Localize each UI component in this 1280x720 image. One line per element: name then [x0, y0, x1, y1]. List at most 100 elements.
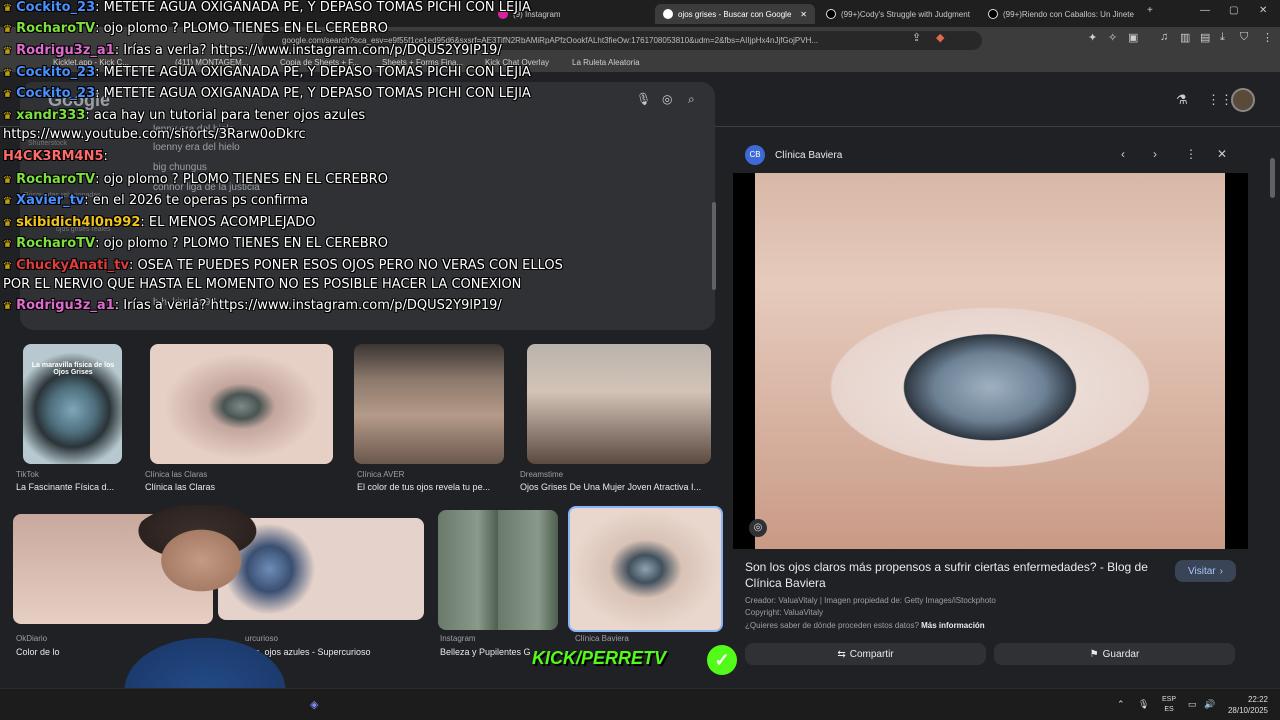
chat-username: Rodrigu3z_a1 — [16, 43, 115, 58]
crown-icon: ♛ — [3, 239, 12, 250]
result-source: OkDiario — [16, 634, 48, 643]
chat-username: RocharoTV — [16, 172, 96, 187]
panel-copyright: Copyright: ValuaVitaly — [745, 608, 823, 617]
minimize-icon[interactable]: — — [1200, 5, 1210, 16]
visit-button[interactable]: Visitar › — [1175, 560, 1236, 582]
result-title[interactable]: Ojos Grises De Una Mujer Joven Atractiva… — [520, 482, 715, 492]
panel-source[interactable]: Clínica Baviera — [775, 150, 842, 161]
crown-icon: ♛ — [3, 261, 12, 272]
result-image[interactable] — [150, 344, 333, 464]
clock[interactable]: 22:22 28/10/2025 — [1222, 694, 1268, 716]
panel-title[interactable]: Son los ojos claros más propensos a sufr… — [745, 559, 1155, 591]
music-icon[interactable]: ♫ — [1160, 31, 1168, 43]
download-icon[interactable]: ⤓ — [1220, 31, 1225, 44]
page-scrollbar[interactable] — [1270, 158, 1275, 198]
chat-message: ♛ ChuckyAnati_tv: OSEA TE PUEDES PONER E… — [3, 258, 563, 273]
result-title[interactable]: Color de lo — [16, 647, 76, 657]
result-title[interactable]: La Fascinante Física d... — [16, 482, 126, 492]
volume-icon[interactable]: 🔊 — [1204, 699, 1215, 710]
crown-icon: ♛ — [3, 111, 12, 122]
tiktok-icon — [826, 9, 836, 19]
tab-cody[interactable]: (99+)Cody's Struggle with Judgment — [818, 4, 978, 24]
lens-icon[interactable]: ◎ — [662, 92, 672, 106]
preview-image[interactable] — [755, 173, 1225, 549]
tab-google-search[interactable]: ojos grises - Buscar con Google ✕ — [655, 4, 815, 24]
chat-username: skibidich4l0n992 — [16, 215, 141, 230]
chat-message: ♛ Rodrigu3z_a1: Irías a verla? https://w… — [3, 43, 502, 58]
chat-username: Cockito_23 — [16, 0, 96, 15]
prev-icon[interactable]: ‹ — [1121, 147, 1125, 161]
chat-text: : ojo plomo ? PLOMO TIENES EN EL CEREBRO — [95, 21, 388, 36]
close-window-icon[interactable]: ✕ — [1259, 5, 1267, 16]
suggestion-item[interactable]: loenny era del hielo — [153, 142, 240, 153]
share-button[interactable]: ⇆ Compartir — [745, 643, 986, 665]
maximize-icon[interactable]: ▢ — [1229, 5, 1238, 16]
result-title[interactable]: Clínica las Claras — [145, 482, 335, 492]
scrollbar[interactable] — [712, 202, 716, 290]
panel-creator: Creador: ValuaVitaly | Imagen propiedad … — [745, 596, 996, 605]
chat-text: https://www.youtube.com/shorts/3Rarw0oDk… — [3, 127, 306, 142]
chat-text: : en el 2026 te operas ps confirma — [84, 193, 309, 208]
lens-icon[interactable]: ◎ — [749, 519, 767, 537]
mic-icon[interactable]: 🎙 — [1138, 699, 1149, 710]
app-icon[interactable]: ◈ — [310, 698, 318, 711]
result-image[interactable]: La maravilla física de los Ojos Grises — [23, 344, 122, 464]
next-icon[interactable]: › — [1153, 147, 1157, 161]
apps-icon[interactable]: ⋮⋮ — [1207, 92, 1233, 108]
chat-message: ♛ xandr333: aca hay un tutorial para ten… — [3, 108, 365, 123]
crown-icon: ♛ — [3, 175, 12, 186]
language-indicator[interactable]: ESP ES — [1162, 695, 1176, 715]
google-icon — [663, 9, 673, 19]
result-source: Instagram — [440, 634, 476, 643]
chat-text: : ojo plomo ? PLOMO TIENES EN EL CEREBRO — [95, 172, 388, 187]
tiktok-icon — [988, 9, 998, 19]
chat-text: : METETE AGUA OXIGANADA PE, Y DEPASO TOM… — [95, 0, 531, 15]
share-icon[interactable]: ⇪ — [912, 31, 921, 44]
crown-icon: ♛ — [3, 196, 12, 207]
chat-username: xandr333 — [16, 108, 86, 123]
webcam-overlay — [110, 505, 300, 690]
panel-question: ¿Quieres saber de dónde proceden estos d… — [745, 621, 985, 630]
menu-icon[interactable]: ⋮ — [1262, 31, 1273, 44]
source-logo: CB — [745, 145, 765, 165]
extensions-icon[interactable]: ✦ — [1088, 31, 1097, 44]
result-image[interactable] — [527, 344, 711, 464]
chat-text: : OSEA TE PUEDES PONER ESOS OJOS PERO NO… — [128, 258, 563, 273]
crown-icon: ♛ — [3, 218, 12, 229]
result-image[interactable] — [354, 344, 504, 464]
chat-text: : METETE AGUA OXIGANADA PE, Y DEPASO TOM… — [95, 65, 531, 80]
media-icon[interactable]: ▣ — [1128, 31, 1138, 44]
result-source: Dreamstime — [520, 470, 564, 479]
result-image[interactable] — [438, 510, 558, 630]
mic-icon[interactable]: 🎙 — [636, 92, 651, 106]
tab-riendo[interactable]: (99+)Riendo con Caballos: Un Jinete — [980, 4, 1140, 24]
puzzle-icon[interactable]: ✧ — [1108, 31, 1117, 44]
save-button[interactable]: ⚑ Guardar — [994, 643, 1235, 665]
chat-text: POR EL NERVIO QUE HASTA EL MOMENTO NO ES… — [3, 277, 522, 292]
chat-text: : EL MENOS ACOMPLEJADO — [140, 215, 316, 230]
bookmark-ruleta[interactable]: La Ruleta Aleatoria — [572, 58, 640, 67]
wallet-icon[interactable]: ▤ — [1200, 31, 1210, 44]
more-options-icon[interactable]: ⋮ — [1185, 147, 1197, 161]
share-icon: ⇆ — [837, 648, 846, 660]
avatar[interactable] — [1231, 88, 1255, 112]
sidebar-icon[interactable]: ▥ — [1180, 31, 1190, 44]
close-tab-icon[interactable]: ✕ — [800, 10, 807, 19]
labs-icon[interactable]: ⚗ — [1176, 92, 1188, 108]
chat-message: POR EL NERVIO QUE HASTA EL MOMENTO NO ES… — [3, 277, 521, 292]
close-panel-icon[interactable]: ✕ — [1217, 147, 1227, 161]
search-icon[interactable]: ⌕ — [688, 92, 695, 107]
monitor-icon[interactable]: ▭ — [1188, 699, 1197, 710]
chevron-up-icon[interactable]: ⌃ — [1117, 699, 1125, 710]
result-title[interactable]: El color de tus ojos revela tu pe... — [357, 482, 505, 492]
verified-check-icon: ✓ — [707, 645, 737, 675]
shield-icon[interactable]: ⛉ — [1240, 31, 1248, 44]
result-source: Clínica Baviera — [575, 634, 629, 643]
chevron-right-icon: › — [1219, 565, 1223, 577]
new-tab-icon[interactable]: + — [1147, 5, 1153, 16]
more-info-link[interactable]: Más información — [921, 621, 985, 630]
extension-icon[interactable]: ◆ — [936, 31, 944, 44]
chat-text: : Irías a verla? https://www.instagram.c… — [114, 298, 502, 313]
chat-message: https://www.youtube.com/shorts/3Rarw0oDk… — [3, 127, 306, 142]
result-image-selected[interactable] — [568, 506, 723, 632]
